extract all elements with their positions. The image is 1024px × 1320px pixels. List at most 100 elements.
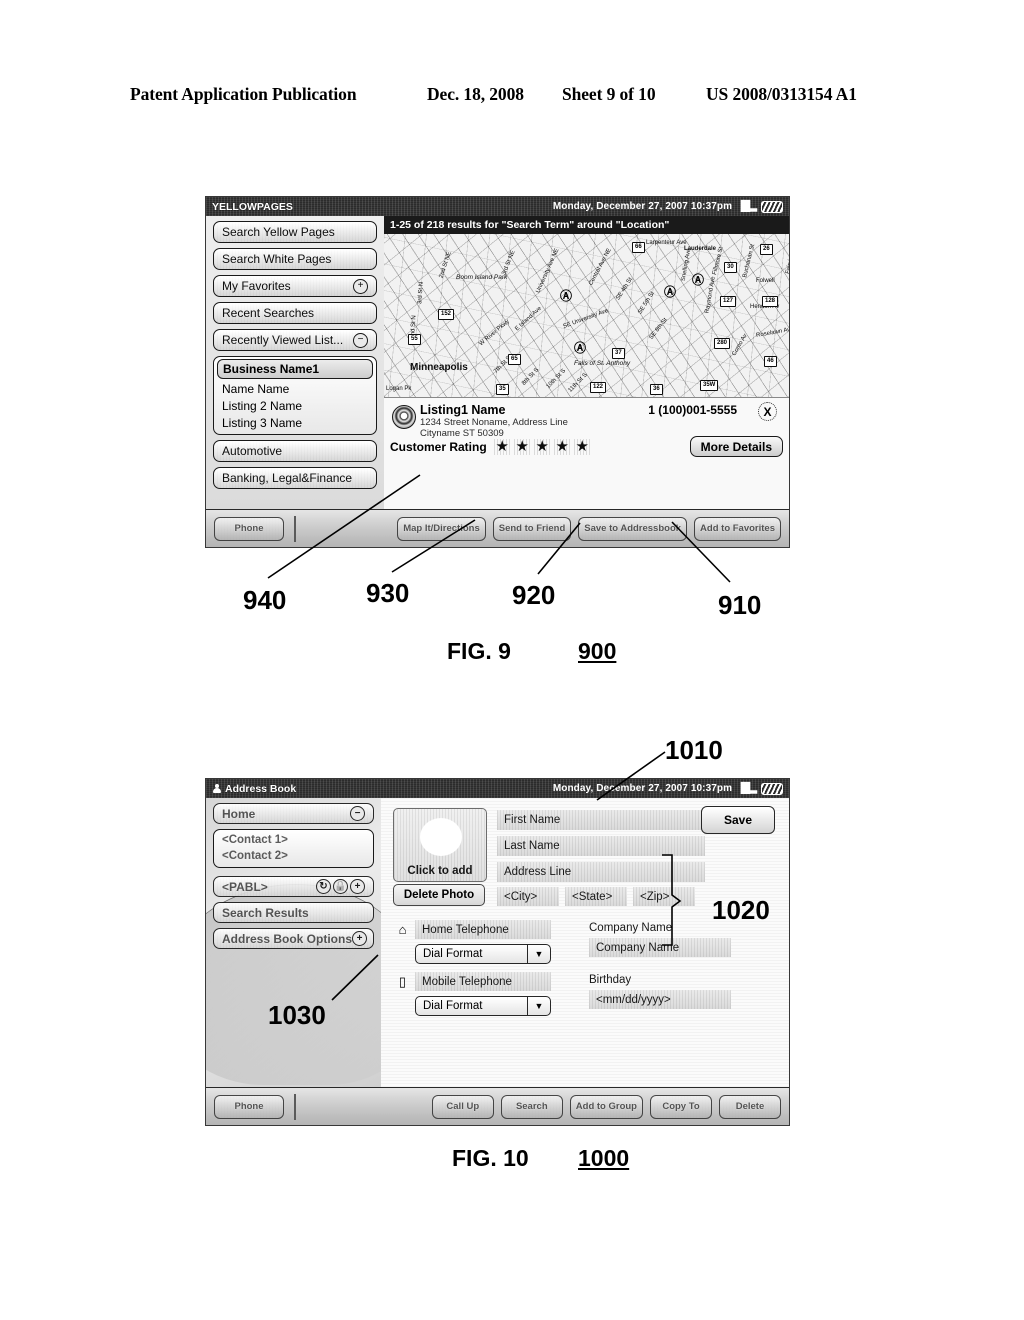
star-icon[interactable]: ★ — [533, 438, 551, 455]
route-shield: 35W — [700, 380, 719, 391]
expand-plus-icon[interactable]: + — [352, 931, 368, 946]
birthday-field[interactable]: <mm/dd/yyyy> — [589, 990, 731, 1009]
sidebar-item-address-book-options[interactable]: Address Book Options + — [213, 928, 374, 949]
mobile-phone-icon: ▯ — [398, 974, 407, 989]
chevron-down-icon[interactable]: ▼ — [527, 945, 550, 963]
softkey-add-to-favorites[interactable]: Add to Favorites — [694, 516, 781, 541]
fig9-caption-ref: 900 — [578, 638, 617, 664]
list-item[interactable]: Name Name — [214, 380, 376, 397]
fig10-caption: FIG. 10 — [452, 1145, 529, 1171]
map-street-label: 3rd St NE — [501, 249, 517, 277]
route-shield: 30 — [724, 262, 737, 273]
list-item[interactable]: Listing 3 Name — [214, 414, 376, 431]
collapse-minus-icon[interactable]: − — [353, 332, 368, 348]
fig10-caption-ref: 1000 — [578, 1145, 630, 1171]
softkey-label: Search — [515, 1100, 548, 1112]
softkey-phone[interactable]: Phone — [214, 1094, 284, 1119]
route-shield: 36 — [650, 384, 663, 395]
sidebar-item-pabl[interactable]: <PABL> ↻ 🔒 + — [213, 876, 374, 897]
softkey-label: Add to Favorites — [700, 522, 775, 534]
address-line-field[interactable]: Address Line — [497, 862, 705, 882]
softkey-search[interactable]: Search — [500, 1094, 563, 1119]
recently-viewed-sublist: Business Name1 Name Name Listing 2 Name … — [213, 356, 377, 435]
map-city-label: Minneapolis — [410, 362, 468, 373]
avatar — [420, 818, 462, 856]
fig10-content: Click to add Delete Photo First Name Las… — [381, 798, 789, 1087]
save-button[interactable]: Save — [701, 806, 775, 834]
softkey-save-to-addressbook[interactable]: Save to Addressbook — [578, 516, 688, 541]
state-field[interactable]: <State> — [565, 887, 627, 906]
first-name-field[interactable]: First Name — [497, 810, 705, 830]
sidebar-item-search-results[interactable]: Search Results — [213, 902, 374, 923]
sidebar-item-banking-legal-finance[interactable]: Banking, Legal&Finance — [213, 467, 377, 489]
sidebar-item-recently-viewed-list[interactable]: Recently Viewed List... − — [213, 329, 377, 351]
sidebar-item-label: My Favorites — [222, 279, 291, 293]
softkey-map-it-directions[interactable]: Map It/Directions — [397, 516, 486, 541]
photo-placeholder[interactable]: Click to add — [393, 808, 487, 882]
sync-icon[interactable]: ↻ — [316, 879, 331, 894]
list-item[interactable]: Listing 2 Name — [214, 397, 376, 414]
softkey-add-to-group[interactable]: Add to Group — [569, 1094, 643, 1119]
lock-icon[interactable]: 🔒 — [333, 879, 348, 894]
chevron-down-icon[interactable]: ▼ — [527, 997, 550, 1015]
softkey-delete[interactable]: Delete — [719, 1094, 781, 1119]
sidebar-item-label: Automotive — [222, 444, 283, 458]
softkey-phone[interactable]: Phone — [214, 516, 284, 541]
collapse-minus-icon[interactable]: − — [350, 806, 365, 821]
softkey-label: Phone — [234, 522, 264, 534]
mobile-dial-format-select[interactable]: Dial Format ▼ — [415, 996, 551, 1016]
callout-940: 940 — [243, 585, 287, 615]
sidebar-item-search-white-pages[interactable]: Search White Pages — [213, 248, 377, 270]
business-logo-icon — [392, 405, 416, 429]
map-street-label: Buchanan St — [742, 243, 757, 279]
add-icon[interactable]: + — [350, 879, 365, 894]
home-telephone-field[interactable]: Home Telephone — [415, 920, 551, 939]
last-name-field[interactable]: Last Name — [497, 836, 705, 856]
sidebar-item-automotive[interactable]: Automotive — [213, 440, 377, 462]
sidebar-item-recent-searches[interactable]: Recent Searches — [213, 302, 377, 324]
list-item[interactable]: Business Name1 — [217, 359, 373, 379]
map-street-label: 10th St S — [545, 368, 568, 390]
callout-920: 920 — [512, 580, 556, 610]
map-view[interactable]: Minneapolis Boom Island Park Falls of St… — [384, 234, 789, 398]
more-details-button[interactable]: More Details — [689, 436, 783, 457]
home-dial-format-select[interactable]: Dial Format ▼ — [415, 944, 551, 964]
route-shield: 26 — [760, 244, 773, 255]
rating-stars[interactable]: ★ ★ ★ ★ ★ — [493, 438, 591, 455]
star-icon[interactable]: ★ — [553, 438, 571, 455]
map-place-label: Folwell — [756, 278, 775, 284]
sidebar-item-label: Banking, Legal&Finance — [222, 471, 353, 485]
sheet-number: Sheet 9 of 10 — [562, 84, 656, 104]
map-pin-icon: Ⓐ — [692, 273, 705, 287]
mobile-telephone-field[interactable]: Mobile Telephone — [415, 972, 551, 991]
softkey-send-to-friend[interactable]: Send to Friend — [492, 516, 572, 541]
click-to-add-label: Click to add — [407, 865, 473, 877]
star-icon[interactable]: ★ — [513, 438, 531, 455]
map-street-label: 11th St S — [567, 372, 589, 394]
fig9-softkey-bar: Phone Map It/Directions Send to Friend S… — [206, 509, 789, 547]
list-item[interactable]: <Contact 1> — [214, 832, 373, 848]
map-street-label: SE University Ave — [562, 308, 610, 330]
sidebar-item-home[interactable]: Home − — [213, 803, 374, 824]
expand-plus-icon[interactable]: + — [353, 278, 368, 294]
delete-photo-button[interactable]: Delete Photo — [393, 884, 485, 906]
map-street-label: SE 4th St — [615, 276, 634, 302]
list-item[interactable]: <Contact 2> — [214, 848, 373, 864]
fig9-titlebar: YELLOWPAGES Monday, December 27, 2007 10… — [206, 197, 789, 216]
publication-date: Dec. 18, 2008 — [427, 84, 524, 104]
softkey-copy-to[interactable]: Copy To — [650, 1094, 712, 1119]
sidebar-item-my-favorites[interactable]: My Favorites + — [213, 275, 377, 297]
close-icon[interactable]: X — [758, 402, 777, 421]
fig10-titlebar: Address Book Monday, December 27, 2007 1… — [206, 779, 789, 798]
sidebar-item-search-yellow-pages[interactable]: Search Yellow Pages — [213, 221, 377, 243]
star-icon[interactable]: ★ — [573, 438, 591, 455]
star-icon[interactable]: ★ — [493, 438, 511, 455]
listing-phone-number[interactable]: 1 (100)001-5555 — [648, 403, 737, 417]
callout-1010: 1010 — [665, 735, 723, 765]
softkey-label: Map It/Directions — [403, 522, 480, 534]
fig10-softkey-bar: Phone Call Up Search Add to Group Copy T… — [206, 1087, 789, 1125]
city-field[interactable]: <City> — [497, 887, 559, 906]
softkey-call-up[interactable]: Call Up — [431, 1094, 494, 1119]
zip-field[interactable]: <Zip> — [633, 887, 695, 906]
company-name-field[interactable]: Company Name — [589, 938, 731, 957]
